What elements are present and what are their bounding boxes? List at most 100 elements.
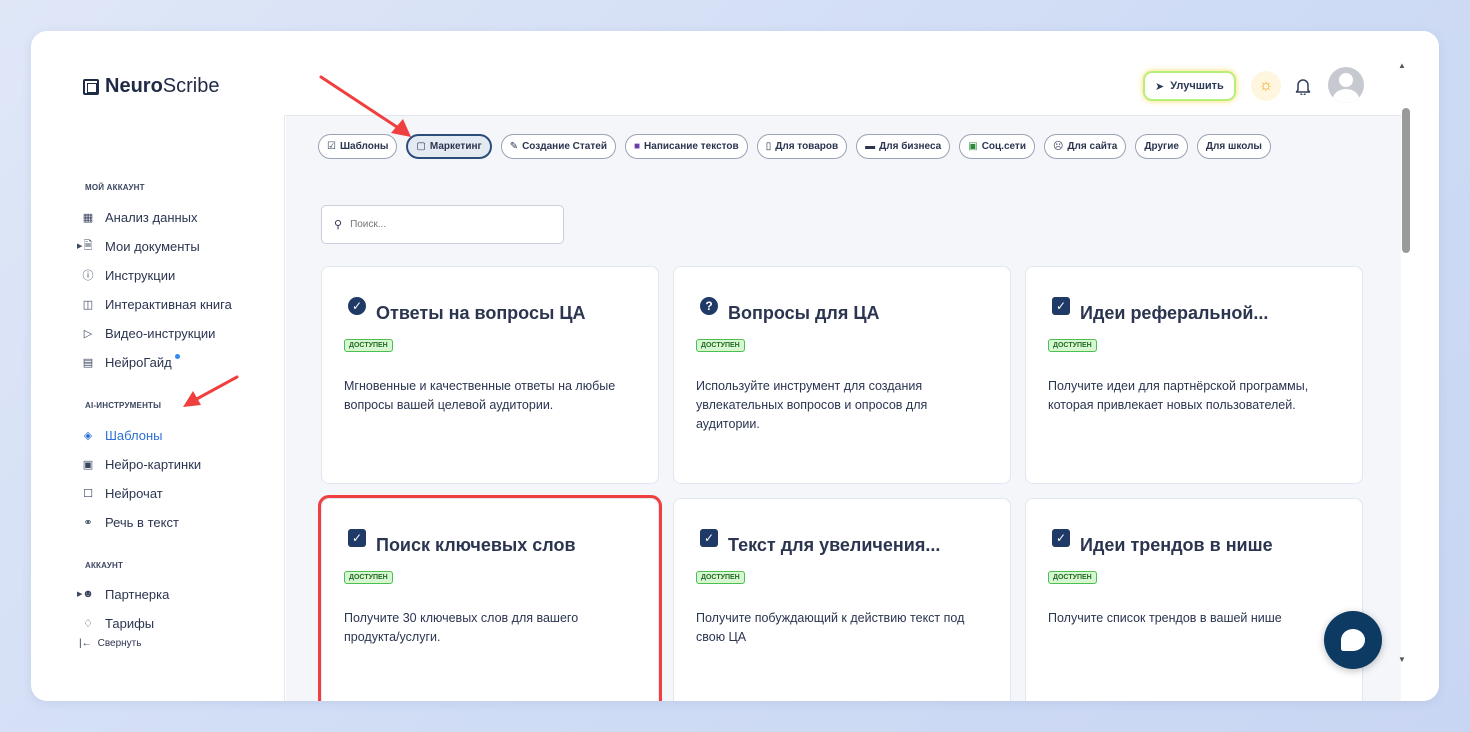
- sidebar-item-label: Шаблоны: [105, 427, 163, 443]
- chip-text-writing[interactable]: ■ Написание текстов: [624, 134, 748, 159]
- sidebar-item-neuro-images[interactable]: ▣ Нейро-картинки: [81, 453, 201, 475]
- sidebar-item-speech-to-text[interactable]: ⚭ Речь в текст: [81, 511, 179, 533]
- chip-for-website[interactable]: ☹ Для сайта: [1043, 134, 1127, 159]
- upgrade-button[interactable]: ➤ Улучшить: [1143, 71, 1236, 101]
- card-description: Получите список трендов в вашей нише: [1048, 611, 1282, 625]
- chip-label: Создание Статей: [522, 141, 607, 152]
- brand-name-bold: Neuro: [105, 75, 163, 97]
- collapse-arrow-icon: |←: [79, 638, 92, 649]
- template-card-highlighted[interactable]: ✓ Поиск ключевых слов ДОСТУПЕН Получите …: [318, 495, 662, 701]
- check-square-icon: ✓: [699, 529, 719, 551]
- chip-label: Другие: [1144, 141, 1179, 152]
- status-badge: ДОСТУПЕН: [1048, 339, 1097, 352]
- check-square-icon: ✓: [347, 529, 367, 551]
- chip-label: Написание текстов: [644, 141, 739, 152]
- card-description: Получите идеи для партнёрской программы,…: [1048, 379, 1309, 412]
- sidebar-item-label: Тарифы: [105, 615, 155, 631]
- card-title: Идеи трендов в нише: [1080, 535, 1273, 555]
- bell-icon[interactable]: [1291, 73, 1315, 99]
- laptop-icon: ▬: [865, 141, 876, 152]
- sidebar-item-label: Речь в текст: [105, 514, 179, 530]
- scroll-down-arrow-icon[interactable]: ▼: [1398, 655, 1406, 664]
- chip-label: Шаблоны: [339, 141, 389, 152]
- sidebar-item-partner[interactable]: ▶ ☻ Партнерка: [77, 583, 170, 605]
- sidebar-item-label: Партнерка: [105, 586, 170, 602]
- logo-icon: [83, 78, 99, 95]
- sidebar-item-my-documents[interactable]: ▶ 🗎 Мои документы: [77, 235, 200, 257]
- chip-label: Для сайта: [1067, 141, 1118, 152]
- check-square-icon: ✓: [1051, 529, 1071, 551]
- scrollbar-thumb[interactable]: [1402, 108, 1410, 253]
- card-description: Мгновенные и качественные ответы на любы…: [344, 379, 616, 412]
- sidebar-item-label: Нейрочат: [105, 485, 163, 501]
- chip-marketing[interactable]: ▢ Маркетинг: [406, 134, 492, 159]
- brand-logo[interactable]: Neuro Scribe: [83, 75, 220, 98]
- search-icon: ⚲: [334, 219, 343, 231]
- headphones-icon: ⚭: [83, 516, 93, 529]
- book-icon: ▣: [968, 141, 978, 152]
- collapse-button[interactable]: |← Свернуть: [79, 638, 141, 649]
- chip-label: Для бизнеса: [879, 141, 942, 152]
- card-description: Используйте инструмент для создания увле…: [696, 379, 928, 431]
- checkbox-icon: ☑: [327, 141, 336, 152]
- status-badge: ДОСТУПЕН: [696, 339, 745, 352]
- scroll-up-arrow-icon[interactable]: ▲: [1398, 61, 1406, 70]
- sidebar-item-tariffs[interactable]: ♢ Тарифы: [81, 612, 154, 634]
- chip-other[interactable]: Другие: [1135, 134, 1188, 159]
- caret-right-icon[interactable]: ▶: [77, 242, 82, 250]
- template-card[interactable]: ? Вопросы для ЦА ДОСТУПЕН Используйте ин…: [673, 266, 1011, 484]
- status-badge: ДОСТУПЕН: [1048, 571, 1097, 584]
- sidebar-item-templates[interactable]: ◈ Шаблоны: [81, 424, 163, 446]
- chip-for-business[interactable]: ▬ Для бизнеса: [856, 134, 951, 159]
- theme-toggle-sun-icon[interactable]: ☼: [1251, 71, 1281, 101]
- status-badge: ДОСТУПЕН: [344, 339, 393, 352]
- sidebar-item-label: НейроГайд: [105, 354, 172, 370]
- sidebar-item-label: Видео-инструкции: [105, 325, 216, 341]
- search-input[interactable]: [350, 219, 531, 230]
- chip-social-networks[interactable]: ▣ Соц.сети: [959, 134, 1035, 159]
- question-circle-icon: ?: [699, 297, 719, 319]
- sidebar-item-data-analysis[interactable]: ▦ Анализ данных: [81, 206, 198, 228]
- sidebar-item-interactive-book[interactable]: ◫ Интерактивная книга: [81, 293, 232, 315]
- card-description: Получите 30 ключевых слов для вашего про…: [344, 611, 579, 644]
- users-icon: ☻: [82, 588, 94, 600]
- brand-name-light: Scribe: [162, 75, 220, 97]
- category-chips: ☑ Шаблоны ▢ Маркетинг ✎ Создание Статей ■ На…: [318, 134, 1368, 160]
- chip-templates[interactable]: ☑ Шаблоны: [318, 134, 398, 159]
- chip-article-creation[interactable]: ✎ Создание Статей: [500, 134, 616, 159]
- sidebar: МОЙ АККАУНТ ▦ Анализ данных ▶ 🗎 Мои доку…: [31, 115, 285, 701]
- layout-icon: ▤: [82, 356, 94, 369]
- section-account: АККАУНТ: [85, 561, 124, 570]
- city-icon: ■: [633, 141, 641, 152]
- chip-for-products[interactable]: ▯ Для товаров: [756, 134, 848, 159]
- caret-right-icon[interactable]: ▶: [77, 590, 82, 598]
- sidebar-item-neurochat[interactable]: ☐ Нейрочат: [81, 482, 163, 504]
- sidebar-item-neuroguide[interactable]: ▤ НейроГайд: [81, 351, 180, 373]
- sidebar-item-video-instructions[interactable]: ▷ Видео-инструкции: [81, 322, 216, 344]
- new-indicator-dot: [174, 353, 180, 359]
- sidebar-item-label: Анализ данных: [105, 209, 198, 225]
- square-icon: ▢: [416, 141, 426, 152]
- template-card[interactable]: ✓ Ответы на вопросы ЦА ДОСТУПЕН Мгновенн…: [321, 266, 659, 484]
- chat-support-button[interactable]: [1324, 611, 1382, 669]
- chat-icon: ☐: [83, 487, 93, 500]
- layers-icon: ◈: [83, 429, 93, 442]
- grid-icon: ▦: [82, 211, 94, 224]
- collapse-label: Свернуть: [97, 638, 142, 649]
- card-description: Получите побуждающий к действию текст по…: [696, 611, 965, 644]
- edit-icon: ✎: [509, 141, 519, 152]
- phone-icon: ▯: [765, 141, 772, 152]
- template-card[interactable]: ✓ Идеи реферальной... ДОСТУПЕН Получите …: [1025, 266, 1363, 484]
- tag-icon: ♢: [83, 617, 93, 630]
- card-title: Текст для увеличения...: [728, 535, 941, 555]
- chip-for-school[interactable]: Для школы: [1196, 134, 1271, 159]
- user-avatar[interactable]: [1328, 67, 1364, 103]
- chip-label: Для школы: [1205, 141, 1262, 152]
- search-field[interactable]: ⚲: [321, 205, 564, 244]
- template-card[interactable]: ✓ Текст для увеличения... ДОСТУПЕН Получ…: [673, 498, 1011, 701]
- image-icon: ▣: [82, 458, 94, 471]
- sidebar-item-instructions[interactable]: ⓘ Инструкции: [81, 264, 176, 286]
- section-ai-tools: AI-ИНСТРУМЕНТЫ: [85, 401, 162, 410]
- template-card[interactable]: ✓ Идеи трендов в нише ДОСТУПЕН Получите …: [1025, 498, 1363, 701]
- chip-label: Для товаров: [775, 141, 839, 152]
